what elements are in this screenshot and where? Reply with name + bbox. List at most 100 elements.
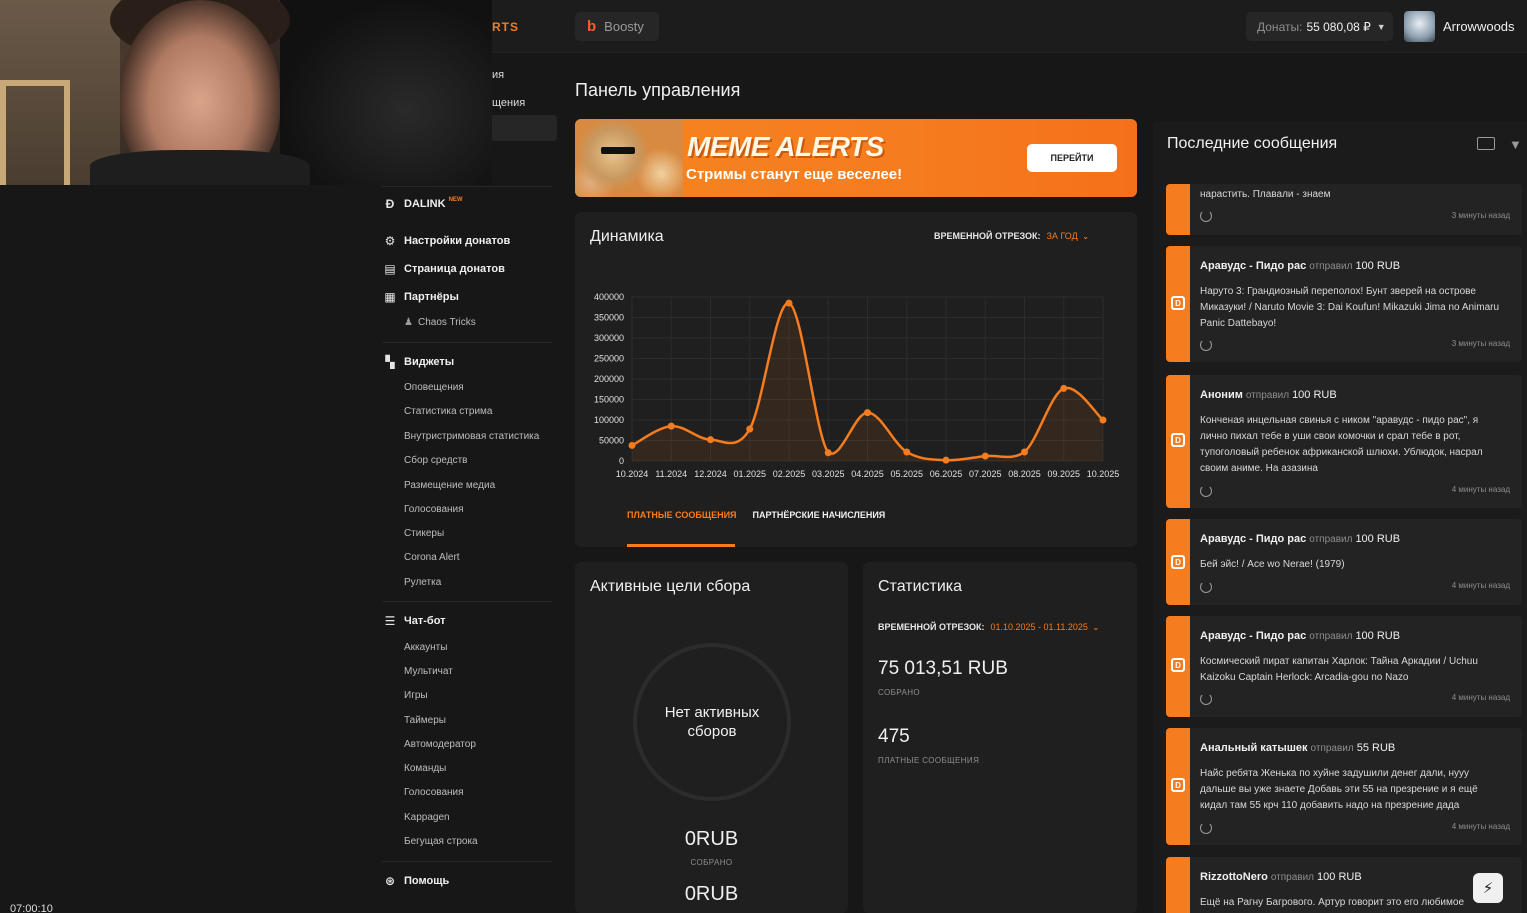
goal-empty-line1: Нет активных [664, 703, 760, 721]
user-menu[interactable]: Arrowwoods [1404, 11, 1515, 42]
sidebar-item-multichat[interactable]: Мультичат [404, 666, 453, 677]
boosty-button[interactable]: b Boosty [575, 12, 659, 41]
message-text: Найс ребята Женька по хуйне задушили ден… [1200, 768, 1478, 811]
username: Arrowwoods [1443, 19, 1515, 34]
dynamics-period-selector[interactable]: ВРЕМЕННОЙ ОТРЕЗОК: ЗА ГОД ⌄ [934, 231, 1089, 241]
sidebar-item-automod[interactable]: Автомодератор [404, 739, 476, 750]
banner-go-button[interactable]: ПЕРЕЙТИ [1027, 144, 1117, 172]
donates-amount: 55 080,08 ₽ [1306, 19, 1371, 34]
sidebar-item-corona-alert[interactable]: Corona Alert [404, 552, 460, 563]
data-point [903, 448, 911, 456]
divider [382, 861, 552, 862]
message-card: D Аравудс - Пидо рас отправил 100 RUB Косм… [1166, 616, 1522, 717]
data-point [628, 441, 636, 449]
y-tick-label: 300000 [594, 333, 624, 343]
lightning-icon[interactable]: ⚡ [1473, 873, 1503, 903]
message-card: RizzottoNero отправил 100 RUB Ещё на Рагну… [1166, 857, 1522, 913]
replay-icon[interactable] [1200, 339, 1212, 351]
x-tick-label: 07.2025 [969, 469, 1002, 479]
replay-icon[interactable] [1200, 581, 1212, 593]
sidebar-item-chaos-tricks[interactable]: ♟ Chaos Tricks [404, 317, 476, 328]
grid-icon: ▦ [384, 290, 396, 304]
message-accent-strip [1166, 184, 1190, 235]
memealerts-banner[interactable]: MEME ALERTS Стримы станут еще веселее! П… [575, 119, 1137, 197]
new-badge: NEW [448, 197, 463, 203]
sidebar-item-partial-2[interactable]: щения [492, 97, 525, 109]
cast-icon[interactable] [1477, 137, 1495, 150]
data-point [667, 422, 675, 430]
sidebar-item-polls[interactable]: Голосования [404, 504, 464, 515]
donates-dropdown[interactable]: Донаты: 55 080,08 ₽ ▼ [1246, 12, 1393, 41]
dynamics-card: Динамика ВРЕМЕННОЙ ОТРЕЗОК: ЗА ГОД ⌄ 0 500… [575, 212, 1137, 547]
message-accent-strip [1166, 857, 1190, 913]
x-tick-label: 11.2024 [655, 469, 687, 479]
sidebar-item-alerts[interactable]: Оповещения [404, 382, 464, 393]
brand-logo[interactable]: RTS [492, 20, 519, 34]
x-tick-label: 03.2025 [812, 469, 845, 479]
data-point [707, 436, 714, 444]
donation-alerts-icon: D [1171, 296, 1185, 310]
donation-alerts-icon: D [1171, 778, 1185, 792]
period-label: ВРЕМЕННОЙ ОТРЕЗОК: [934, 231, 1041, 241]
sidebar-item-roulette[interactable]: Рулетка [404, 577, 441, 588]
message-amount: 100 RUB [1355, 260, 1401, 272]
tab-paid-messages[interactable]: ПЛАТНЫЕ СООБЩЕНИЯ [627, 510, 737, 520]
message-time: 4 минуты назад [1451, 822, 1510, 831]
sidebar-item-commands[interactable]: Команды [404, 763, 446, 774]
dalink-icon: Ð [385, 197, 395, 211]
webcam-overlay [0, 0, 492, 185]
message-author: Аравудс - Пидо рас [1200, 533, 1307, 545]
sidebar-item-partners[interactable]: ▦ Партнёры [384, 290, 459, 304]
donation-alerts-icon: D [1171, 433, 1185, 447]
filter-icon[interactable]: ▼ [1509, 137, 1522, 152]
sidebar-item-chatbot[interactable]: ☰ Чат-бот [384, 614, 446, 628]
sidebar-item-donation-page[interactable]: ▤ Страница донатов [384, 262, 505, 276]
sidebar-item-label: DALINK [404, 198, 446, 210]
sidebar-item-label: Чат-бот [404, 615, 446, 627]
x-tick-label: 04.2025 [851, 469, 884, 479]
message-header: RizzottoNero отправил 100 RUB [1200, 871, 1362, 883]
message-accent-strip: D [1166, 375, 1190, 508]
divider [382, 601, 552, 602]
sidebar-item-timers[interactable]: Таймеры [404, 715, 446, 726]
chevron-down-icon: ⌄ [1092, 623, 1100, 632]
donation-alerts-icon: D [1171, 658, 1185, 672]
sidebar-item-widgets[interactable]: ▚ Виджеты [384, 355, 454, 369]
sidebar-item-help[interactable]: ⊛ Помощь [384, 874, 449, 888]
sidebar-item-donation-settings[interactable]: ⚙ Настройки донатов [384, 234, 511, 248]
sidebar-item-chat-polls[interactable]: Голосования [404, 787, 464, 798]
sidebar-item-ticker[interactable]: Бегущая строка [404, 836, 478, 847]
replay-icon[interactable] [1200, 693, 1212, 705]
replay-icon[interactable] [1200, 485, 1212, 497]
data-point [864, 409, 871, 417]
sidebar-active-highlight [482, 115, 557, 141]
sent-word: отправил [1309, 261, 1353, 272]
message-author: Аноним [1200, 389, 1243, 401]
sidebar-item-media[interactable]: Размещение медиа [404, 480, 495, 491]
sidebar-item-fundraising[interactable]: Сбор средств [404, 455, 467, 466]
message-header: Аноним отправил 100 RUB [1200, 389, 1337, 401]
stats-period-selector[interactable]: ВРЕМЕННОЙ ОТРЕЗОК: 01.10.2025 - 01.11.202… [878, 622, 1099, 632]
replay-icon[interactable] [1200, 822, 1212, 834]
sidebar-item-partial-1[interactable]: ия [492, 69, 504, 81]
replay-icon[interactable] [1200, 210, 1212, 222]
message-card: D Аравудс - Пидо рас отправил 100 RUB Нару… [1166, 246, 1522, 362]
y-tick-label: 400000 [594, 292, 624, 302]
sent-word: отправил [1309, 631, 1353, 642]
stats-title: Статистика [878, 578, 963, 595]
y-tick-label: 50000 [599, 436, 624, 446]
sidebar-item-accounts[interactable]: Аккаунты [404, 642, 447, 653]
x-tick-label: 09.2025 [1047, 469, 1080, 479]
tab-partner-earnings[interactable]: ПАРТНЁРСКИЕ НАЧИСЛЕНИЯ [753, 510, 886, 520]
message-header: Аравудс - Пидо рас отправил 100 RUB [1200, 630, 1400, 642]
donation-alerts-icon: D [1171, 555, 1185, 569]
sidebar-item-instream-stats[interactable]: Внутристримовая статистика [404, 431, 539, 442]
sidebar-item-stickers[interactable]: Стикеры [404, 528, 444, 539]
data-point [1060, 384, 1068, 392]
sidebar-item-kappagen[interactable]: Kappagen [404, 812, 450, 823]
sidebar-item-dalink[interactable]: Ð DALINK NEW [384, 197, 463, 211]
sent-word: отправил [1310, 743, 1354, 754]
message-time: 3 минуты назад [1451, 339, 1510, 348]
sidebar-item-stream-stats[interactable]: Статистика стрима [404, 406, 492, 417]
sidebar-item-games[interactable]: Игры [404, 690, 428, 701]
